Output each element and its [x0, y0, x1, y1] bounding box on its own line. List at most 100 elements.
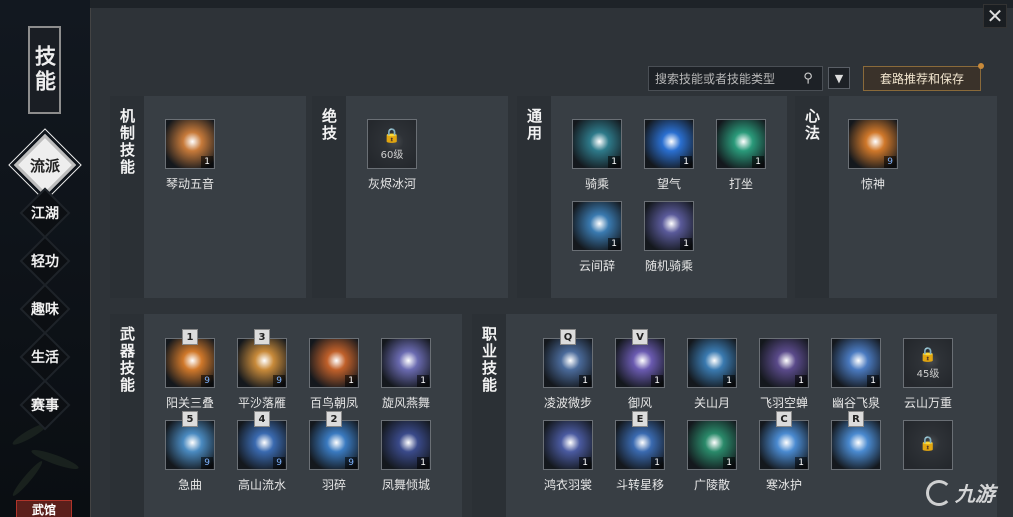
- skill-icon[interactable]: 1: [615, 338, 665, 388]
- skill-slot[interactable]: 🔒 45级云山万重: [896, 338, 960, 418]
- skill-icon[interactable]: 🔒 60级: [367, 119, 417, 169]
- skill-slot[interactable]: Q 1 凌波微步: [536, 329, 600, 418]
- skill-icon[interactable]: 1: [615, 420, 665, 470]
- skill-level-count: 1: [680, 156, 692, 168]
- section-title: 机制技能: [118, 108, 136, 176]
- skill-slot[interactable]: 1 鸿衣羽裳: [536, 420, 600, 500]
- nav-item-label: 赛事: [31, 398, 59, 414]
- skill-slot[interactable]: 9 惊神: [841, 119, 905, 199]
- nav-item[interactable]: 趣味: [18, 282, 72, 336]
- search-icon[interactable]: ⚲: [799, 71, 817, 86]
- skill-name: 云山万重: [903, 396, 952, 410]
- skill-icon[interactable]: 1: [165, 119, 215, 169]
- nav-item-label: 流派: [29, 156, 60, 175]
- skill-icon[interactable]: 1: [543, 338, 593, 388]
- skill-slot[interactable]: 1 云间辞: [565, 201, 629, 281]
- nav-item[interactable]: 赛事: [18, 378, 72, 432]
- skill-level-count: 9: [273, 375, 285, 387]
- skill-icon[interactable]: 🔒: [903, 420, 953, 470]
- skill-icon[interactable]: 1: [644, 201, 694, 251]
- section-profession: 职业技能 Q 1 凌波微步 V 1 御风 1 关山月 1 飞羽空蝉 1 幽谷飞泉 🔒 45级 云山万重 1 鸿衣…: [472, 314, 997, 517]
- skill-slot[interactable]: 1 广陵散: [680, 420, 744, 500]
- section-weapon: 武器技能 1 9 阳关三叠 3 9 平沙落雁 1 百鸟朝凤 1 旋风燕舞 5 9 急曲 4 9 高山流水 2 9 羽…: [110, 314, 462, 517]
- skill-icon[interactable]: 9: [237, 420, 287, 470]
- filter-button[interactable]: ▼: [828, 67, 850, 89]
- skill-icon[interactable]: 1: [687, 338, 737, 388]
- skill-search-box[interactable]: ⚲: [648, 66, 823, 91]
- close-button[interactable]: ✕: [983, 4, 1007, 28]
- skill-slot[interactable]: 1 望气: [637, 119, 701, 199]
- skill-slot[interactable]: V 1 御风: [608, 329, 672, 418]
- skill-slot[interactable]: C 1 寒冰护: [752, 411, 816, 500]
- skill-icon[interactable]: 1: [644, 119, 694, 169]
- skill-icon[interactable]: 1: [572, 119, 622, 169]
- skill-slot[interactable]: 1 骑乘: [565, 119, 629, 199]
- skill-slot[interactable]: R: [824, 411, 888, 500]
- skill-icon[interactable]: 1: [759, 338, 809, 388]
- skill-level-count: 1: [201, 156, 213, 168]
- skill-icon[interactable]: 🔒 45级: [903, 338, 953, 388]
- nav-item[interactable]: 生活: [18, 330, 72, 384]
- skill-icon[interactable]: 9: [237, 338, 287, 388]
- skill-icon[interactable]: 9: [848, 119, 898, 169]
- skill-slot[interactable]: 1 打坐: [709, 119, 773, 199]
- nav-item-label: 江湖: [31, 206, 59, 222]
- skill-icon[interactable]: 1: [572, 201, 622, 251]
- skill-level-count: 1: [651, 375, 663, 387]
- hotkey-badge: E: [632, 411, 648, 427]
- nav-item[interactable]: 江湖: [18, 186, 72, 240]
- section-title: 职业技能: [480, 326, 498, 394]
- skill-slot[interactable]: 1 百鸟朝凤: [302, 338, 366, 418]
- hotkey-badge: Q: [560, 329, 576, 345]
- game-screen: 技能 流派江湖轻功趣味生活赛事 武馆 ✕ ⚲ ▼ 套路推荐和保存 机制技能 1 琴…: [0, 0, 1013, 517]
- nav-item[interactable]: 流派: [8, 128, 82, 202]
- skill-slot[interactable]: 4 9 高山流水: [230, 411, 294, 500]
- skill-slot[interactable]: 2 9 羽碎: [302, 411, 366, 500]
- search-input[interactable]: [649, 71, 799, 86]
- skill-name: 琴动五音: [165, 177, 214, 191]
- section-ultimate: 绝技 🔒 60级 灰烬冰河: [312, 96, 508, 298]
- route-recommend-button[interactable]: 套路推荐和保存: [863, 63, 984, 91]
- skill-slot[interactable]: 1 9 阳关三叠: [158, 329, 222, 418]
- skill-icon[interactable]: 1: [716, 119, 766, 169]
- skill-icon[interactable]: 9: [165, 338, 215, 388]
- nav-item-label: 生活: [31, 350, 59, 366]
- skill-slot[interactable]: 1 随机骑乘: [637, 201, 701, 281]
- skill-name: 阳关三叠: [165, 396, 214, 410]
- skill-slot[interactable]: 1 关山月: [680, 338, 744, 418]
- skill-level-count: 1: [579, 375, 591, 387]
- locked-overlay: 🔒: [904, 421, 952, 469]
- skill-name: 惊神: [860, 177, 885, 191]
- hotkey-badge: 3: [254, 329, 270, 345]
- skill-slot[interactable]: 1 旋风燕舞: [374, 338, 438, 418]
- skill-slot[interactable]: 1 幽谷飞泉: [824, 338, 888, 418]
- skill-slot[interactable]: 5 9 急曲: [158, 411, 222, 500]
- skill-icon[interactable]: [831, 420, 881, 470]
- skill-icon[interactable]: 1: [381, 420, 431, 470]
- skill-name: 御风: [627, 396, 652, 410]
- skill-name: 灰烬冰河: [367, 177, 416, 191]
- skill-icon[interactable]: 1: [759, 420, 809, 470]
- skill-icon[interactable]: 1: [381, 338, 431, 388]
- skill-icon[interactable]: 1: [687, 420, 737, 470]
- skill-icon[interactable]: 9: [165, 420, 215, 470]
- skill-slot[interactable]: 1 飞羽空蝉: [752, 338, 816, 418]
- nav-item[interactable]: 轻功: [18, 234, 72, 288]
- skill-slot[interactable]: 1 琴动五音: [158, 119, 222, 199]
- skill-slot[interactable]: E 1 斗转星移: [608, 411, 672, 500]
- skill-level-count: 1: [345, 375, 357, 387]
- skill-icon[interactable]: 1: [543, 420, 593, 470]
- skill-icon[interactable]: 9: [309, 420, 359, 470]
- skill-slot[interactable]: 1 凤舞倾城: [374, 420, 438, 500]
- skill-slot[interactable]: 3 9 平沙落雁: [230, 329, 294, 418]
- skill-level-count: 1: [795, 375, 807, 387]
- skill-icon[interactable]: 1: [309, 338, 359, 388]
- watermark: 九游: [926, 478, 995, 507]
- skill-level-count: 1: [723, 457, 735, 469]
- hotkey-badge: 2: [326, 411, 342, 427]
- skill-icon[interactable]: 1: [831, 338, 881, 388]
- skill-name: 寒冰护: [765, 478, 802, 492]
- martial-hall-button[interactable]: 武馆: [16, 500, 72, 517]
- skill-slot[interactable]: 🔒 60级灰烬冰河: [360, 119, 424, 199]
- nav-item-label: 趣味: [31, 302, 59, 318]
